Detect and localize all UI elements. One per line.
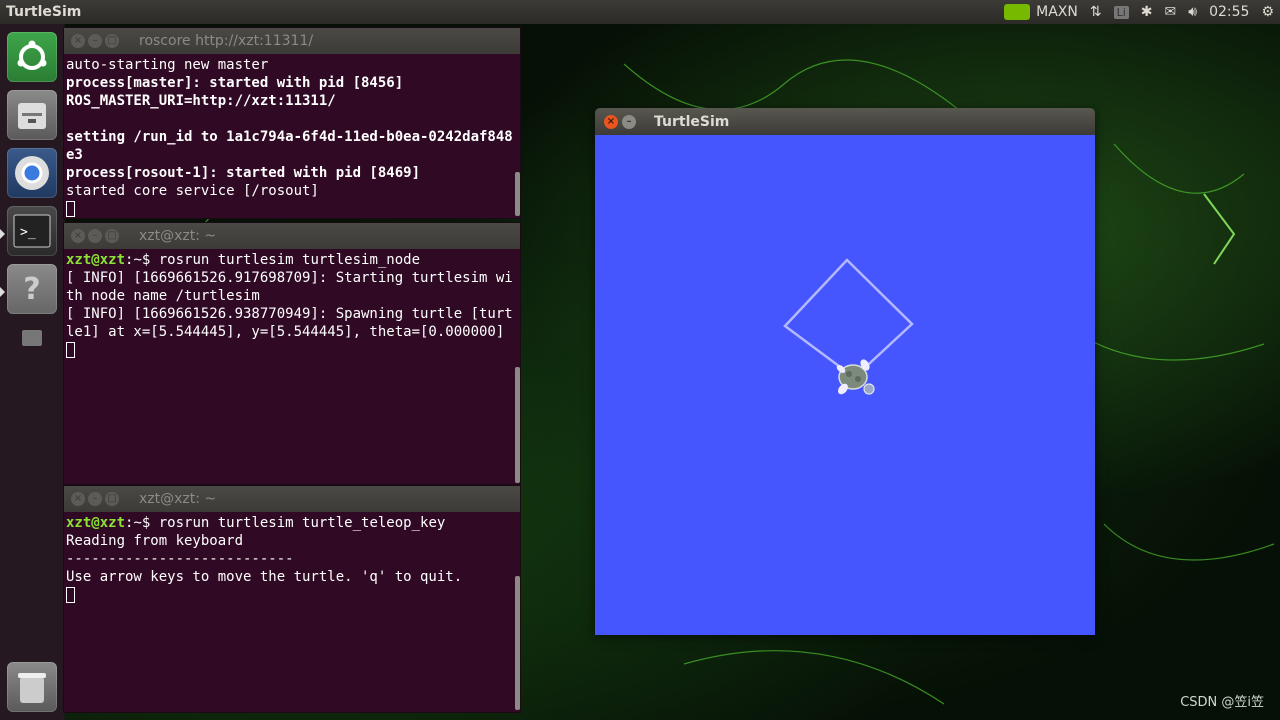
turtlesim-canvas[interactable] bbox=[595, 135, 1095, 635]
turtlesim-window[interactable]: × – TurtleSim bbox=[595, 108, 1095, 635]
titlebar[interactable]: × – TurtleSim bbox=[595, 108, 1095, 135]
command-line: xzt@xzt:~$ rosrun turtlesim turtle_teleo… bbox=[66, 514, 518, 532]
text-cursor bbox=[66, 587, 75, 603]
volume-icon[interactable]: 🔊︎ bbox=[1182, 0, 1203, 24]
text-cursor bbox=[66, 342, 75, 358]
camera-icon[interactable] bbox=[22, 330, 42, 346]
output-line: --------------------------- bbox=[66, 551, 294, 567]
output-line: process[master]: started with pid [8456] bbox=[66, 75, 404, 91]
output-line: setting /run_id to 1a1c794a-6f4d-11ed-b0… bbox=[66, 129, 513, 163]
scrollbar[interactable] bbox=[515, 172, 520, 216]
window-title: TurtleSim bbox=[654, 113, 730, 130]
keyboard-layout-label: Li bbox=[1113, 5, 1129, 19]
mail-icon[interactable]: ✉ bbox=[1159, 0, 1183, 24]
close-icon[interactable]: × bbox=[71, 229, 85, 243]
titlebar[interactable]: × – □ xzt@xzt: ~ bbox=[64, 486, 520, 512]
output-line: Reading from keyboard bbox=[66, 533, 244, 549]
output-line: process[rosout-1]: started with pid [846… bbox=[66, 165, 421, 181]
command-text: rosrun turtlesim turtle_teleop_key bbox=[158, 515, 446, 531]
output-line: [ INFO] [1669661526.938770949]: Spawning… bbox=[66, 306, 513, 340]
prompt-user: xzt@xzt bbox=[66, 515, 126, 531]
output-line: Use arrow keys to move the turtle. 'q' t… bbox=[66, 569, 463, 585]
help-icon[interactable]: ? bbox=[7, 264, 57, 314]
terminal-icon[interactable]: >_ bbox=[7, 206, 57, 256]
close-icon[interactable]: × bbox=[71, 492, 85, 506]
command-line: xzt@xzt:~$ rosrun turtlesim turtlesim_no… bbox=[66, 251, 518, 269]
cursor-line bbox=[66, 341, 518, 359]
window-title: xzt@xzt: ~ bbox=[139, 491, 217, 507]
minimize-icon[interactable]: – bbox=[88, 492, 102, 506]
prompt-suffix: :~$ bbox=[125, 252, 159, 268]
turtle-icon bbox=[836, 359, 875, 395]
terminal-output[interactable]: xzt@xzt:~$ rosrun turtlesim turtle_teleo… bbox=[64, 512, 520, 604]
maximize-icon[interactable]: □ bbox=[105, 229, 119, 243]
terminal-output[interactable]: auto-starting new master process[master]:… bbox=[64, 54, 520, 218]
cursor-line bbox=[66, 586, 518, 604]
terminal-window-teleop[interactable]: × – □ xzt@xzt: ~ xzt@xzt:~$ rosrun turtles… bbox=[64, 486, 520, 712]
titlebar[interactable]: × – □ xzt@xzt: ~ bbox=[64, 223, 520, 249]
prompt-user: xzt@xzt bbox=[66, 252, 126, 268]
bluetooth-icon[interactable]: ✱ bbox=[1135, 0, 1159, 24]
maximize-icon[interactable]: □ bbox=[105, 34, 119, 48]
minimize-icon[interactable]: – bbox=[88, 229, 102, 243]
keyboard-layout-indicator[interactable]: Li bbox=[1108, 0, 1135, 24]
top-panel: TurtleSim MAXN ⇅ Li ✱ ✉ 🔊︎ 02:55 ⚙ bbox=[0, 0, 1280, 24]
maximize-icon[interactable]: □ bbox=[105, 492, 119, 506]
text-cursor bbox=[66, 201, 75, 217]
svg-text:>_: >_ bbox=[20, 225, 36, 240]
turtlesim-drawing bbox=[783, 258, 914, 395]
nvidia-icon bbox=[1004, 4, 1031, 20]
terminal-output[interactable]: xzt@xzt:~$ rosrun turtlesim turtlesim_no… bbox=[64, 249, 520, 359]
output-line: ROS_MASTER_URI=http://xzt:11311/ bbox=[66, 93, 336, 109]
turtle-path bbox=[783, 258, 914, 380]
minimize-icon[interactable]: – bbox=[622, 114, 636, 129]
clock[interactable]: 02:55 bbox=[1203, 0, 1255, 24]
close-icon[interactable]: × bbox=[71, 34, 85, 48]
scrollbar[interactable] bbox=[515, 576, 520, 710]
watermark: CSDN @笠i笠 bbox=[1180, 695, 1264, 710]
cursor-line bbox=[66, 200, 518, 218]
gear-icon[interactable]: ⚙ bbox=[1255, 0, 1280, 24]
power-mode-label: MAXN bbox=[1036, 4, 1078, 20]
scrollbar[interactable] bbox=[515, 367, 520, 483]
active-indicator bbox=[0, 229, 5, 239]
output-line: started core service [/rosout] bbox=[66, 183, 319, 199]
output-line: auto-starting new master bbox=[66, 57, 269, 73]
minimize-icon[interactable]: – bbox=[88, 34, 102, 48]
window-title: xzt@xzt: ~ bbox=[139, 228, 217, 244]
launcher: >_ ? bbox=[0, 24, 65, 720]
chromium-icon[interactable] bbox=[7, 148, 57, 198]
nvidia-power-mode[interactable]: MAXN bbox=[998, 0, 1084, 24]
titlebar[interactable]: × – □ roscore http://xzt:11311/ bbox=[64, 28, 520, 54]
close-icon[interactable]: × bbox=[604, 114, 618, 129]
active-app-title: TurtleSim bbox=[6, 4, 82, 20]
terminal-window-turtlesim-node[interactable]: × – □ xzt@xzt: ~ xzt@xzt:~$ rosrun turtles… bbox=[64, 223, 520, 484]
active-indicator bbox=[0, 287, 5, 297]
output-line: [ INFO] [1669661526.917698709]: Starting… bbox=[66, 270, 513, 304]
command-text: rosrun turtlesim turtlesim_node bbox=[158, 252, 421, 268]
ubuntu-dash-icon[interactable] bbox=[7, 32, 57, 82]
trash-icon[interactable] bbox=[7, 662, 57, 712]
window-title: roscore http://xzt:11311/ bbox=[139, 33, 314, 49]
network-icon[interactable]: ⇅ bbox=[1084, 0, 1108, 24]
files-icon[interactable] bbox=[7, 90, 57, 140]
terminal-window-roscore[interactable]: × – □ roscore http://xzt:11311/ auto-start… bbox=[64, 28, 520, 218]
prompt-suffix: :~$ bbox=[125, 515, 159, 531]
